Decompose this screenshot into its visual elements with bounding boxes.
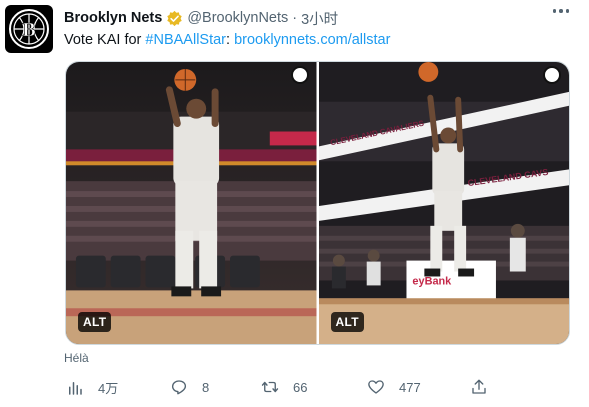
more-options-icon[interactable] <box>552 9 569 13</box>
tweet-actions: 4万 8 66 477 <box>64 378 494 400</box>
tweet-text: Vote KAI for #NBAAllStar: brooklynnets.c… <box>64 32 390 48</box>
share-icon <box>472 379 486 394</box>
retweet-count: 66 <box>293 379 308 395</box>
tweet-text-prefix: Vote KAI for <box>64 32 146 48</box>
photo-1-nets-logo-icon <box>290 66 309 84</box>
like-count: 477 <box>399 379 421 395</box>
author-name[interactable]: Brooklyn Nets <box>64 10 162 26</box>
media-grid: ALT CLEVELAND CAVALIERS CLEVELAND CAVS e… <box>65 61 570 345</box>
photo-2[interactable]: CLEVELAND CAVALIERS CLEVELAND CAVS eyBan… <box>318 62 569 344</box>
alt-badge[interactable]: ALT <box>330 312 364 332</box>
photo-2-nets-logo-icon <box>543 66 561 84</box>
nets-logo-icon[interactable]: B <box>5 5 53 53</box>
retweet-button[interactable]: 66 <box>261 378 307 396</box>
author-handle[interactable]: @BrooklynNets <box>187 10 288 26</box>
like-icon <box>368 380 384 394</box>
reply-button[interactable]: 8 <box>170 378 209 396</box>
separator-dot: · <box>292 10 298 26</box>
share-button[interactable] <box>470 378 488 396</box>
like-button[interactable]: 477 <box>367 378 421 396</box>
photo-2-scene: CLEVELAND CAVALIERS CLEVELAND CAVS eyBan… <box>318 62 569 344</box>
media-caption: Hélà <box>64 351 89 365</box>
views-button[interactable]: 4万 <box>66 378 118 397</box>
url-link[interactable]: brooklynnets.com/allstar <box>234 32 390 48</box>
tweet-text-colon: : <box>226 32 235 48</box>
reply-count: 8 <box>202 379 210 395</box>
retweet-icon <box>261 381 279 393</box>
keybank-sign-text: eyBank <box>412 275 452 287</box>
photo-1-scene <box>66 62 317 344</box>
tweet-timestamp[interactable]: 3小时 <box>301 8 338 29</box>
photo-1[interactable]: ALT <box>66 62 317 344</box>
tweet-header: Brooklyn Nets @BrooklynNets · 3小时 <box>64 8 338 28</box>
tweet-card[interactable]: B Brooklyn Nets @BrooklynNets · 3小时 Vote… <box>0 0 589 407</box>
svg-text:B: B <box>22 19 35 41</box>
views-count: 4万 <box>98 381 119 396</box>
views-icon <box>69 381 82 395</box>
alt-badge[interactable]: ALT <box>78 312 112 332</box>
hashtag-link[interactable]: #NBAAllStar <box>145 32 226 48</box>
verified-badge-icon <box>167 10 183 26</box>
reply-icon <box>171 380 187 395</box>
